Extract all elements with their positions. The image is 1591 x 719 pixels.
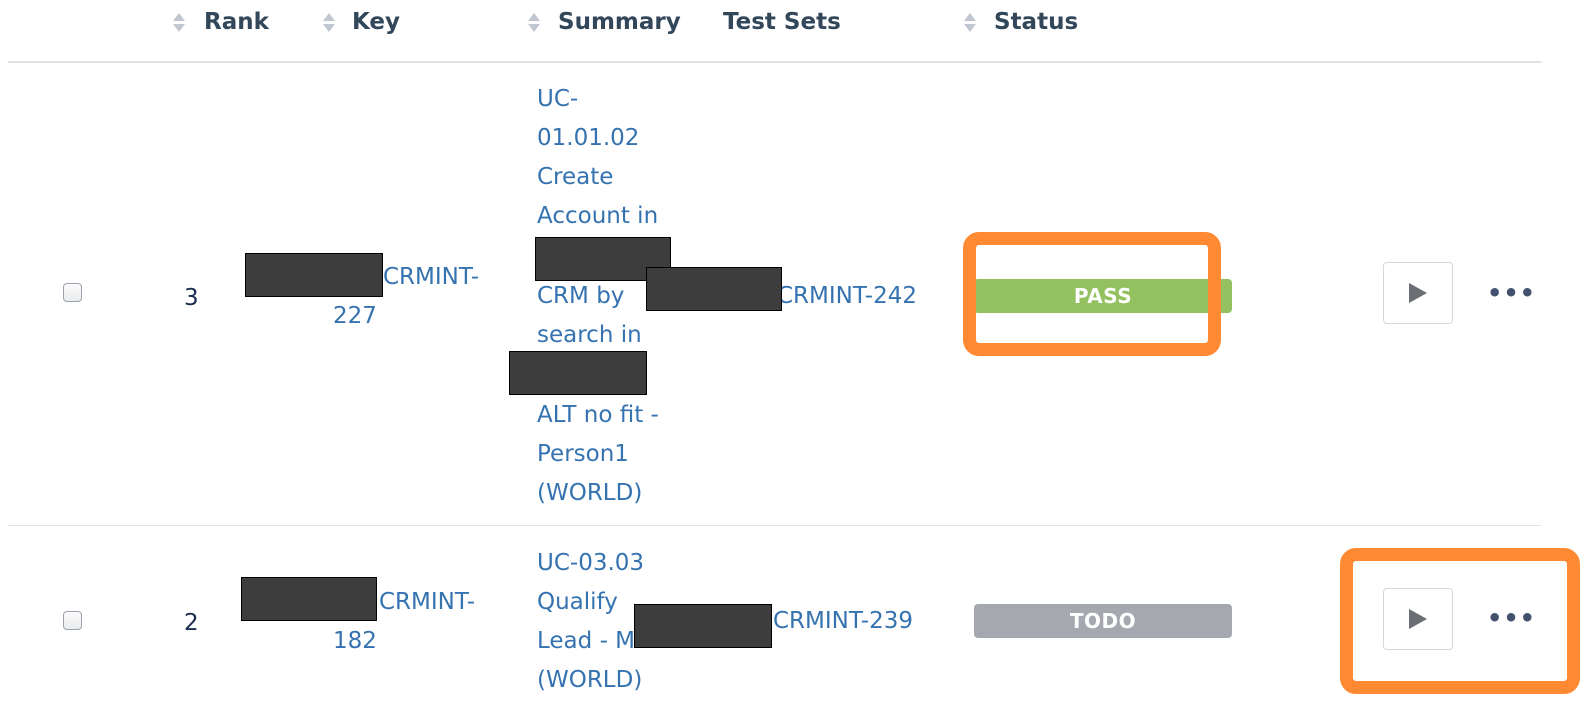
summary-line[interactable]: Qualify — [537, 583, 618, 622]
column-header-test-sets: Test Sets — [723, 9, 841, 35]
issue-key-link[interactable]: 182 — [333, 622, 377, 661]
column-header-status[interactable]: Status — [994, 8, 1078, 36]
summary-line[interactable]: search in — [537, 316, 642, 355]
row-checkbox[interactable] — [63, 611, 82, 630]
summary-line[interactable]: 01.01.02 — [537, 119, 639, 158]
test-set-link[interactable]: CRMINT-242 — [777, 277, 917, 316]
sort-arrows-icon[interactable] — [527, 11, 541, 35]
more-actions-icon[interactable]: ••• — [1487, 281, 1536, 305]
column-header-key[interactable]: Key — [352, 8, 400, 36]
rank-value: 2 — [184, 610, 199, 636]
header-divider — [8, 61, 1541, 63]
sort-arrows-icon[interactable] — [172, 11, 186, 35]
sort-arrows-icon[interactable] — [322, 11, 336, 35]
issue-key-link[interactable]: CRMINT- — [379, 583, 475, 622]
highlight-box — [963, 232, 1221, 356]
column-header-summary[interactable]: Summary — [558, 8, 681, 36]
issue-key-link[interactable]: CRMINT- — [383, 258, 479, 297]
summary-line[interactable]: ALT no fit - — [537, 396, 659, 435]
summary-line[interactable]: UC-03.03 — [537, 544, 644, 583]
play-icon — [1409, 283, 1427, 303]
status-badge-todo: TODO — [974, 604, 1232, 638]
summary-line[interactable]: Person1 — [537, 435, 629, 474]
row-checkbox[interactable] — [63, 283, 82, 302]
sort-arrows-icon[interactable] — [963, 11, 977, 35]
summary-line[interactable]: (WORLD) — [537, 661, 642, 700]
highlight-box — [1340, 548, 1580, 694]
redaction-block — [245, 253, 383, 297]
row-divider — [8, 525, 1541, 526]
redaction-block — [634, 604, 772, 648]
column-header-rank[interactable]: Rank — [204, 8, 269, 36]
rank-value: 3 — [184, 285, 199, 311]
issue-key-link[interactable]: 227 — [333, 297, 377, 336]
redaction-block — [509, 351, 647, 395]
summary-line[interactable]: UC- — [537, 80, 578, 119]
summary-line[interactable]: Create — [537, 158, 613, 197]
redaction-block — [646, 267, 782, 311]
redaction-block — [241, 577, 377, 621]
summary-line[interactable]: CRM by — [537, 277, 624, 316]
summary-line[interactable]: (WORLD) — [537, 474, 642, 513]
summary-line[interactable]: Account in — [537, 197, 658, 236]
test-set-link[interactable]: CRMINT-239 — [773, 602, 913, 641]
run-test-button[interactable] — [1383, 262, 1453, 324]
